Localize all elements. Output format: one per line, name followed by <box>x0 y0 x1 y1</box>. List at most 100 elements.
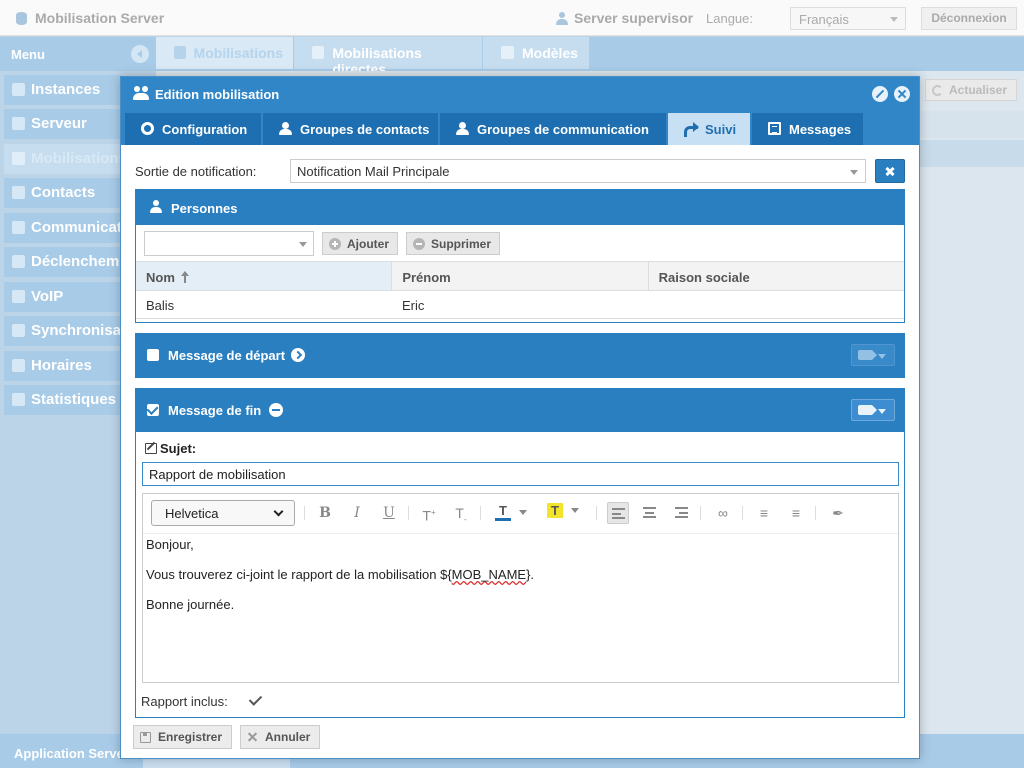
caret-down-icon <box>299 242 307 247</box>
italic-icon[interactable]: I <box>346 502 368 524</box>
underline-icon[interactable]: U <box>378 502 400 524</box>
caret-down-icon <box>890 17 898 22</box>
menu-header: Menu <box>0 37 156 71</box>
logout-button[interactable]: Déconnexion <box>921 7 1017 30</box>
main-tab-bar: Mobilisations Mobilisations directes Mod… <box>156 37 1024 77</box>
persons-table: Nom Prénom Raison sociale Balis Eric <box>136 261 904 319</box>
play-icon <box>12 255 25 268</box>
menu-item-voip[interactable]: VoIP <box>4 282 122 312</box>
column-nom[interactable]: Nom <box>136 262 393 290</box>
notification-select[interactable]: Notification Mail Principale <box>290 159 866 183</box>
collapse-circle-icon[interactable] <box>269 403 283 417</box>
refresh-button[interactable]: Actualiser <box>925 79 1017 101</box>
table-row[interactable]: Balis Eric <box>136 291 904 319</box>
share-icon <box>684 122 699 137</box>
caret-down-icon <box>519 509 527 515</box>
menu-item-statistiques[interactable]: Statistiques <box>4 385 122 415</box>
tab-messages[interactable]: Messages <box>752 113 863 145</box>
persons-title: Personnes <box>171 201 238 216</box>
language-select[interactable]: Français <box>790 7 906 30</box>
align-center-icon[interactable] <box>639 502 661 524</box>
remove-person-button[interactable]: Supprimer <box>406 232 500 255</box>
caret-down-icon <box>571 508 579 513</box>
tags-dropdown-button[interactable] <box>851 399 895 421</box>
editor-content[interactable]: Bonjour, Vous trouverez ci-joint le rapp… <box>146 537 886 627</box>
text-color-button[interactable]: T <box>495 503 527 521</box>
start-message-section: Message de départ <box>135 333 905 378</box>
minimize-icon[interactable] <box>872 86 888 102</box>
tab-mobilisations-directes[interactable]: Mobilisations directes <box>294 37 482 77</box>
superscript-icon[interactable]: T+ <box>418 502 440 524</box>
body-line: Vous trouverez ci-joint le rapport de la… <box>146 567 535 582</box>
collapse-menu-icon[interactable] <box>131 45 149 63</box>
menu-item-contacts[interactable]: Contacts <box>4 178 122 208</box>
save-icon <box>140 731 151 743</box>
user-icon <box>279 122 292 135</box>
edit-icon <box>145 443 157 454</box>
align-right-icon[interactable] <box>671 502 693 524</box>
user-name: Server supervisor <box>556 10 693 26</box>
list-header <box>916 111 1024 138</box>
list-item[interactable] <box>916 140 1024 167</box>
menu-item-mobilisations[interactable]: Mobilisations <box>4 144 122 174</box>
persons-panel: Personnes Ajouter Supprimer Nom Prénom R… <box>135 189 905 323</box>
phone-icon <box>12 290 25 303</box>
save-button[interactable]: Enregistrer <box>133 725 232 749</box>
tab-modeles[interactable]: Modèles <box>483 37 589 69</box>
bell-icon <box>12 83 25 96</box>
tab-suivi[interactable]: Suivi <box>668 113 750 145</box>
tab-mobilisations[interactable]: Mobilisations <box>156 37 293 69</box>
link-icon[interactable]: ∞ <box>712 502 734 524</box>
crosshair-icon <box>312 46 325 59</box>
caret-down-icon <box>850 170 858 175</box>
bold-icon[interactable]: B <box>314 502 336 524</box>
menu-item-horaires[interactable]: Horaires <box>4 351 122 381</box>
plus-circle-icon <box>329 237 341 250</box>
font-family-select[interactable]: Helvetica <box>151 500 295 526</box>
close-icon[interactable] <box>894 86 910 102</box>
highlight-icon: T <box>547 503 563 518</box>
column-prenom[interactable]: Prénom <box>392 262 649 290</box>
exchange-icon <box>12 221 25 234</box>
cell-prenom: Eric <box>402 298 425 313</box>
expand-circle-icon[interactable] <box>291 348 305 362</box>
tab-groupes-de-communication[interactable]: Groupes de communication <box>440 113 666 145</box>
person-select[interactable] <box>144 231 314 256</box>
menu-item-communications[interactable]: Communications <box>4 213 122 243</box>
subject-input[interactable]: Rapport de mobilisation <box>142 462 899 486</box>
clear-format-icon[interactable]: ✒ <box>827 502 849 524</box>
report-included-checkbox[interactable] <box>248 693 262 707</box>
editor-toolbar: Helvetica B I U T+ T- T T ∞ ≡ ≡ ✒ <box>143 494 898 534</box>
subscript-icon[interactable]: T- <box>450 502 472 524</box>
column-raison-sociale[interactable]: Raison sociale <box>649 262 904 290</box>
start-message-checkbox[interactable] <box>147 349 159 361</box>
menu-item-instances[interactable]: Instances <box>4 75 122 105</box>
file-icon <box>501 46 514 59</box>
chart-icon <box>12 393 25 406</box>
end-message-checkbox[interactable] <box>147 404 159 416</box>
gear-icon <box>12 117 25 130</box>
clear-notification-button[interactable] <box>875 159 905 183</box>
rich-text-editor[interactable]: Helvetica B I U T+ T- T T ∞ ≡ ≡ ✒ Bonjou… <box>142 493 899 683</box>
ordered-list-icon[interactable]: ≡ <box>753 502 775 524</box>
cancel-button[interactable]: Annuler <box>240 725 320 749</box>
menu-item-serveur[interactable]: Serveur <box>4 109 122 139</box>
tab-groupes-de-contacts[interactable]: Groupes de contacts <box>263 113 438 145</box>
users-icon <box>133 86 150 100</box>
align-left-icon[interactable] <box>607 502 629 524</box>
language-label: Langue: <box>706 11 753 26</box>
report-included-label: Rapport inclus: <box>141 694 228 709</box>
body-line: Bonne journée. <box>146 597 235 612</box>
add-person-button[interactable]: Ajouter <box>322 232 398 255</box>
unordered-list-icon[interactable]: ≡ <box>785 502 807 524</box>
users-icon <box>12 152 25 165</box>
minus-circle-icon <box>413 237 425 250</box>
dialog-header: Edition mobilisation <box>121 77 919 113</box>
tab-configuration[interactable]: Configuration <box>125 113 261 145</box>
menu-item-synchronisation[interactable]: Synchronisation <box>4 316 122 346</box>
persons-panel-header: Personnes <box>136 190 904 225</box>
highlight-color-button[interactable]: T <box>547 503 579 518</box>
tags-dropdown-button[interactable] <box>851 344 895 366</box>
menu-item-declenchements[interactable]: Déclenchements <box>4 247 122 277</box>
close-icon <box>247 732 258 743</box>
